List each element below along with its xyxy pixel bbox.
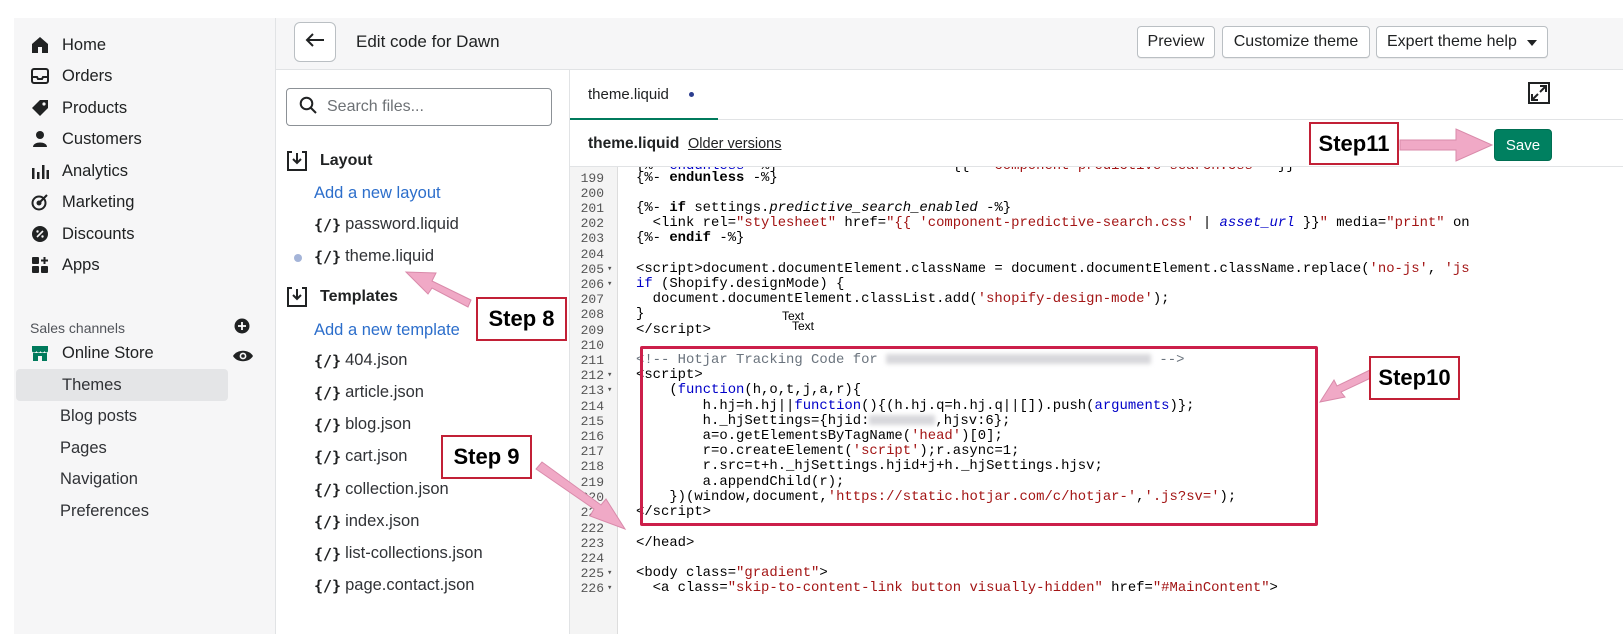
step9-label: Step 9	[441, 435, 532, 479]
step11-label: Step11	[1309, 122, 1399, 165]
page: Home Orders Products Customers Analytics…	[0, 0, 1623, 634]
step10-label: Step10	[1369, 356, 1460, 400]
annotation-arrows	[404, 128, 1494, 530]
step8-label: Step 8	[476, 297, 567, 341]
stray-text-b: Text	[792, 319, 815, 333]
